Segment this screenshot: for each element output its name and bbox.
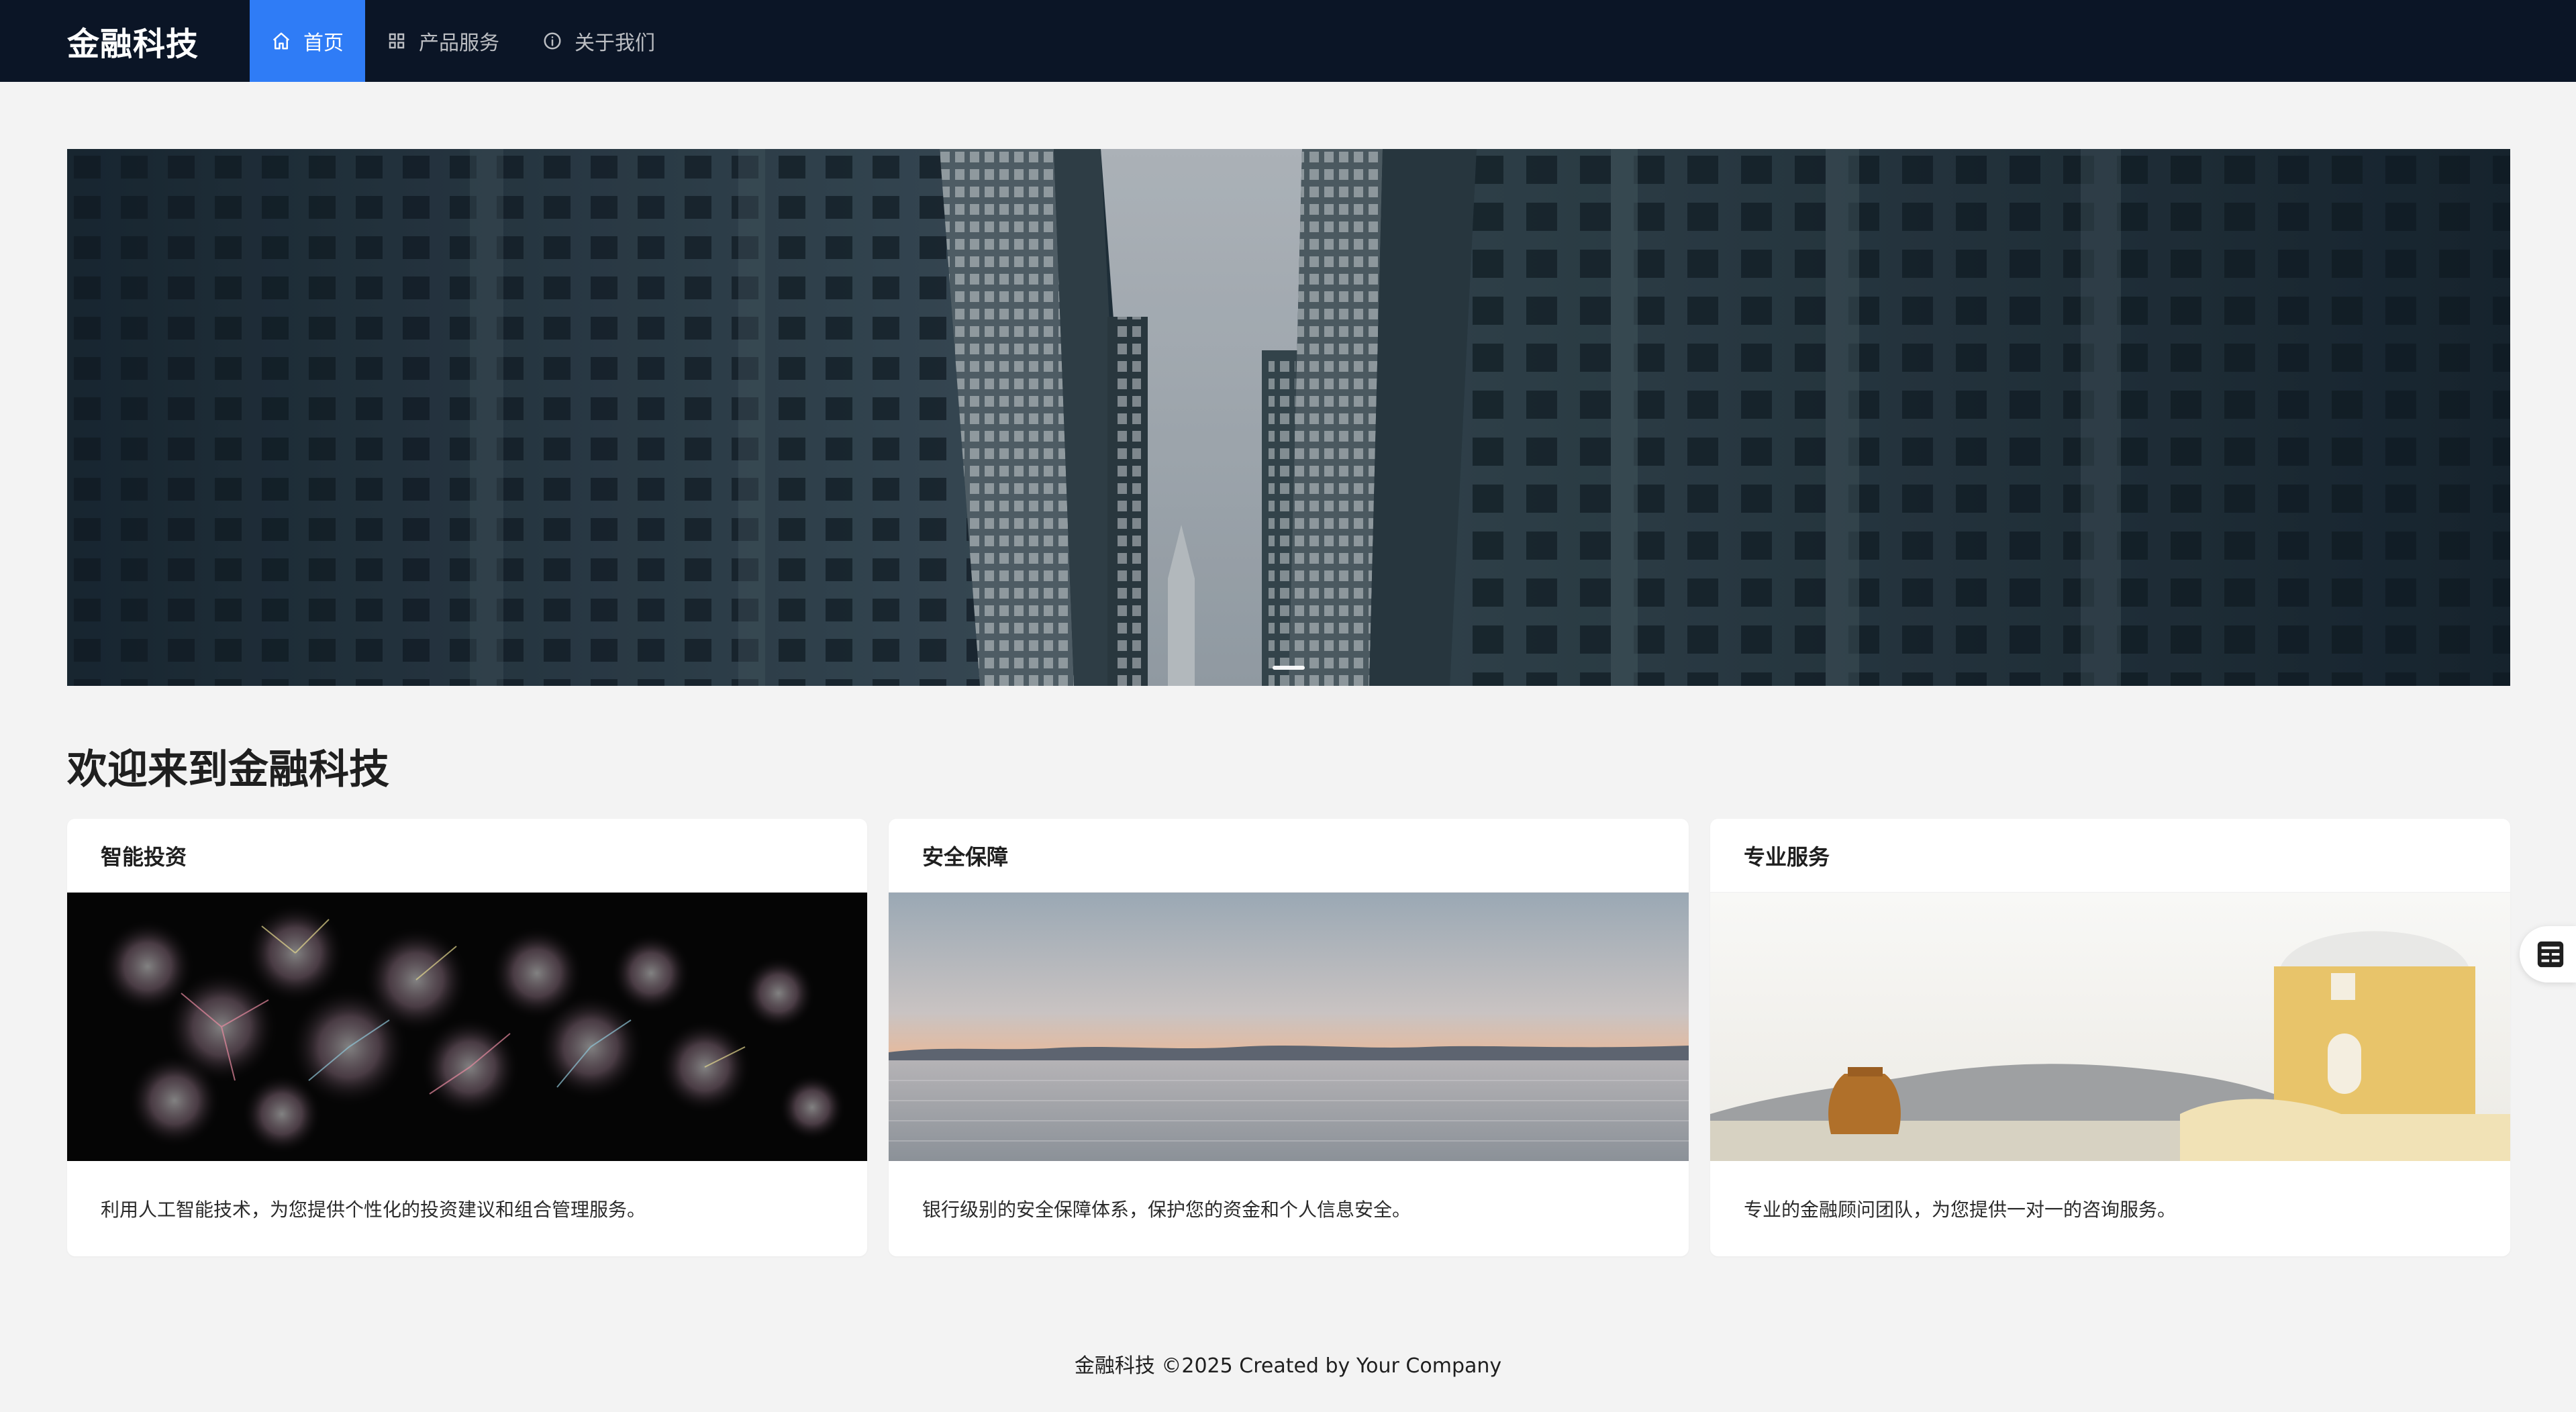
footer-copyright: 金融科技 ©2025 Created by Your Company [1074, 1354, 1502, 1378]
nav-item-label: 首页 [303, 32, 344, 55]
card-title: 智能投资 [67, 819, 867, 893]
nav-item-about[interactable]: 关于我们 [521, 0, 677, 82]
grid-icon [389, 33, 405, 49]
nav-item-label: 产品服务 [419, 32, 499, 55]
floating-form-button[interactable] [2520, 926, 2576, 982]
city-skyscrapers-banner [67, 149, 2510, 686]
feature-cards: 智能投资 利用人工智能技术，为您提供个性化的投资建议和组合管理服务。 安全保障 … [67, 819, 2510, 1256]
card-description: 银行级别的安全保障体系，保护您的资金和个人信息安全。 [922, 1199, 1411, 1221]
form-icon [2537, 941, 2564, 968]
card-description: 利用人工智能技术，为您提供个性化的投资建议和组合管理服务。 [101, 1199, 646, 1221]
card-cover [1710, 893, 2510, 1161]
feature-card-security[interactable]: 安全保障 银行级别的安全保障体系，保护您的资金和个人信息安全。 [889, 819, 1689, 1256]
santorini-building-image [1710, 893, 2510, 1161]
fireworks-image [67, 893, 867, 1161]
info-circle-icon [544, 32, 561, 50]
nav-item-label: 关于我们 [575, 32, 655, 55]
card-description: 专业的金融顾问团队，为您提供一对一的咨询服务。 [1744, 1199, 2177, 1221]
card-cover [67, 893, 867, 1161]
carousel-indicator [1273, 666, 1305, 670]
site-logo[interactable]: 金融科技 [0, 0, 250, 82]
nav-item-home[interactable]: 首页 [250, 0, 365, 82]
card-title: 专业服务 [1710, 819, 2510, 893]
main-menu: 首页 产品服务 关于我们 [250, 0, 677, 82]
home-icon [273, 32, 290, 50]
feature-card-smart-investment[interactable]: 智能投资 利用人工智能技术，为您提供个性化的投资建议和组合管理服务。 [67, 819, 867, 1256]
nav-item-products[interactable]: 产品服务 [365, 0, 521, 82]
page-title: 欢迎来到金融科技 [67, 746, 389, 793]
sea-sunset-image [889, 893, 1689, 1161]
top-navigation-bar: 金融科技 首页 产品服务 关于我们 [0, 0, 2576, 82]
hero-carousel[interactable] [67, 149, 2510, 686]
carousel-dot[interactable] [1273, 666, 1305, 670]
card-cover [889, 893, 1689, 1161]
card-title: 安全保障 [889, 819, 1689, 893]
feature-card-professional-service[interactable]: 专业服务 专业的金融顾问团队，为您提供一对一的咨询服务。 [1710, 819, 2510, 1256]
